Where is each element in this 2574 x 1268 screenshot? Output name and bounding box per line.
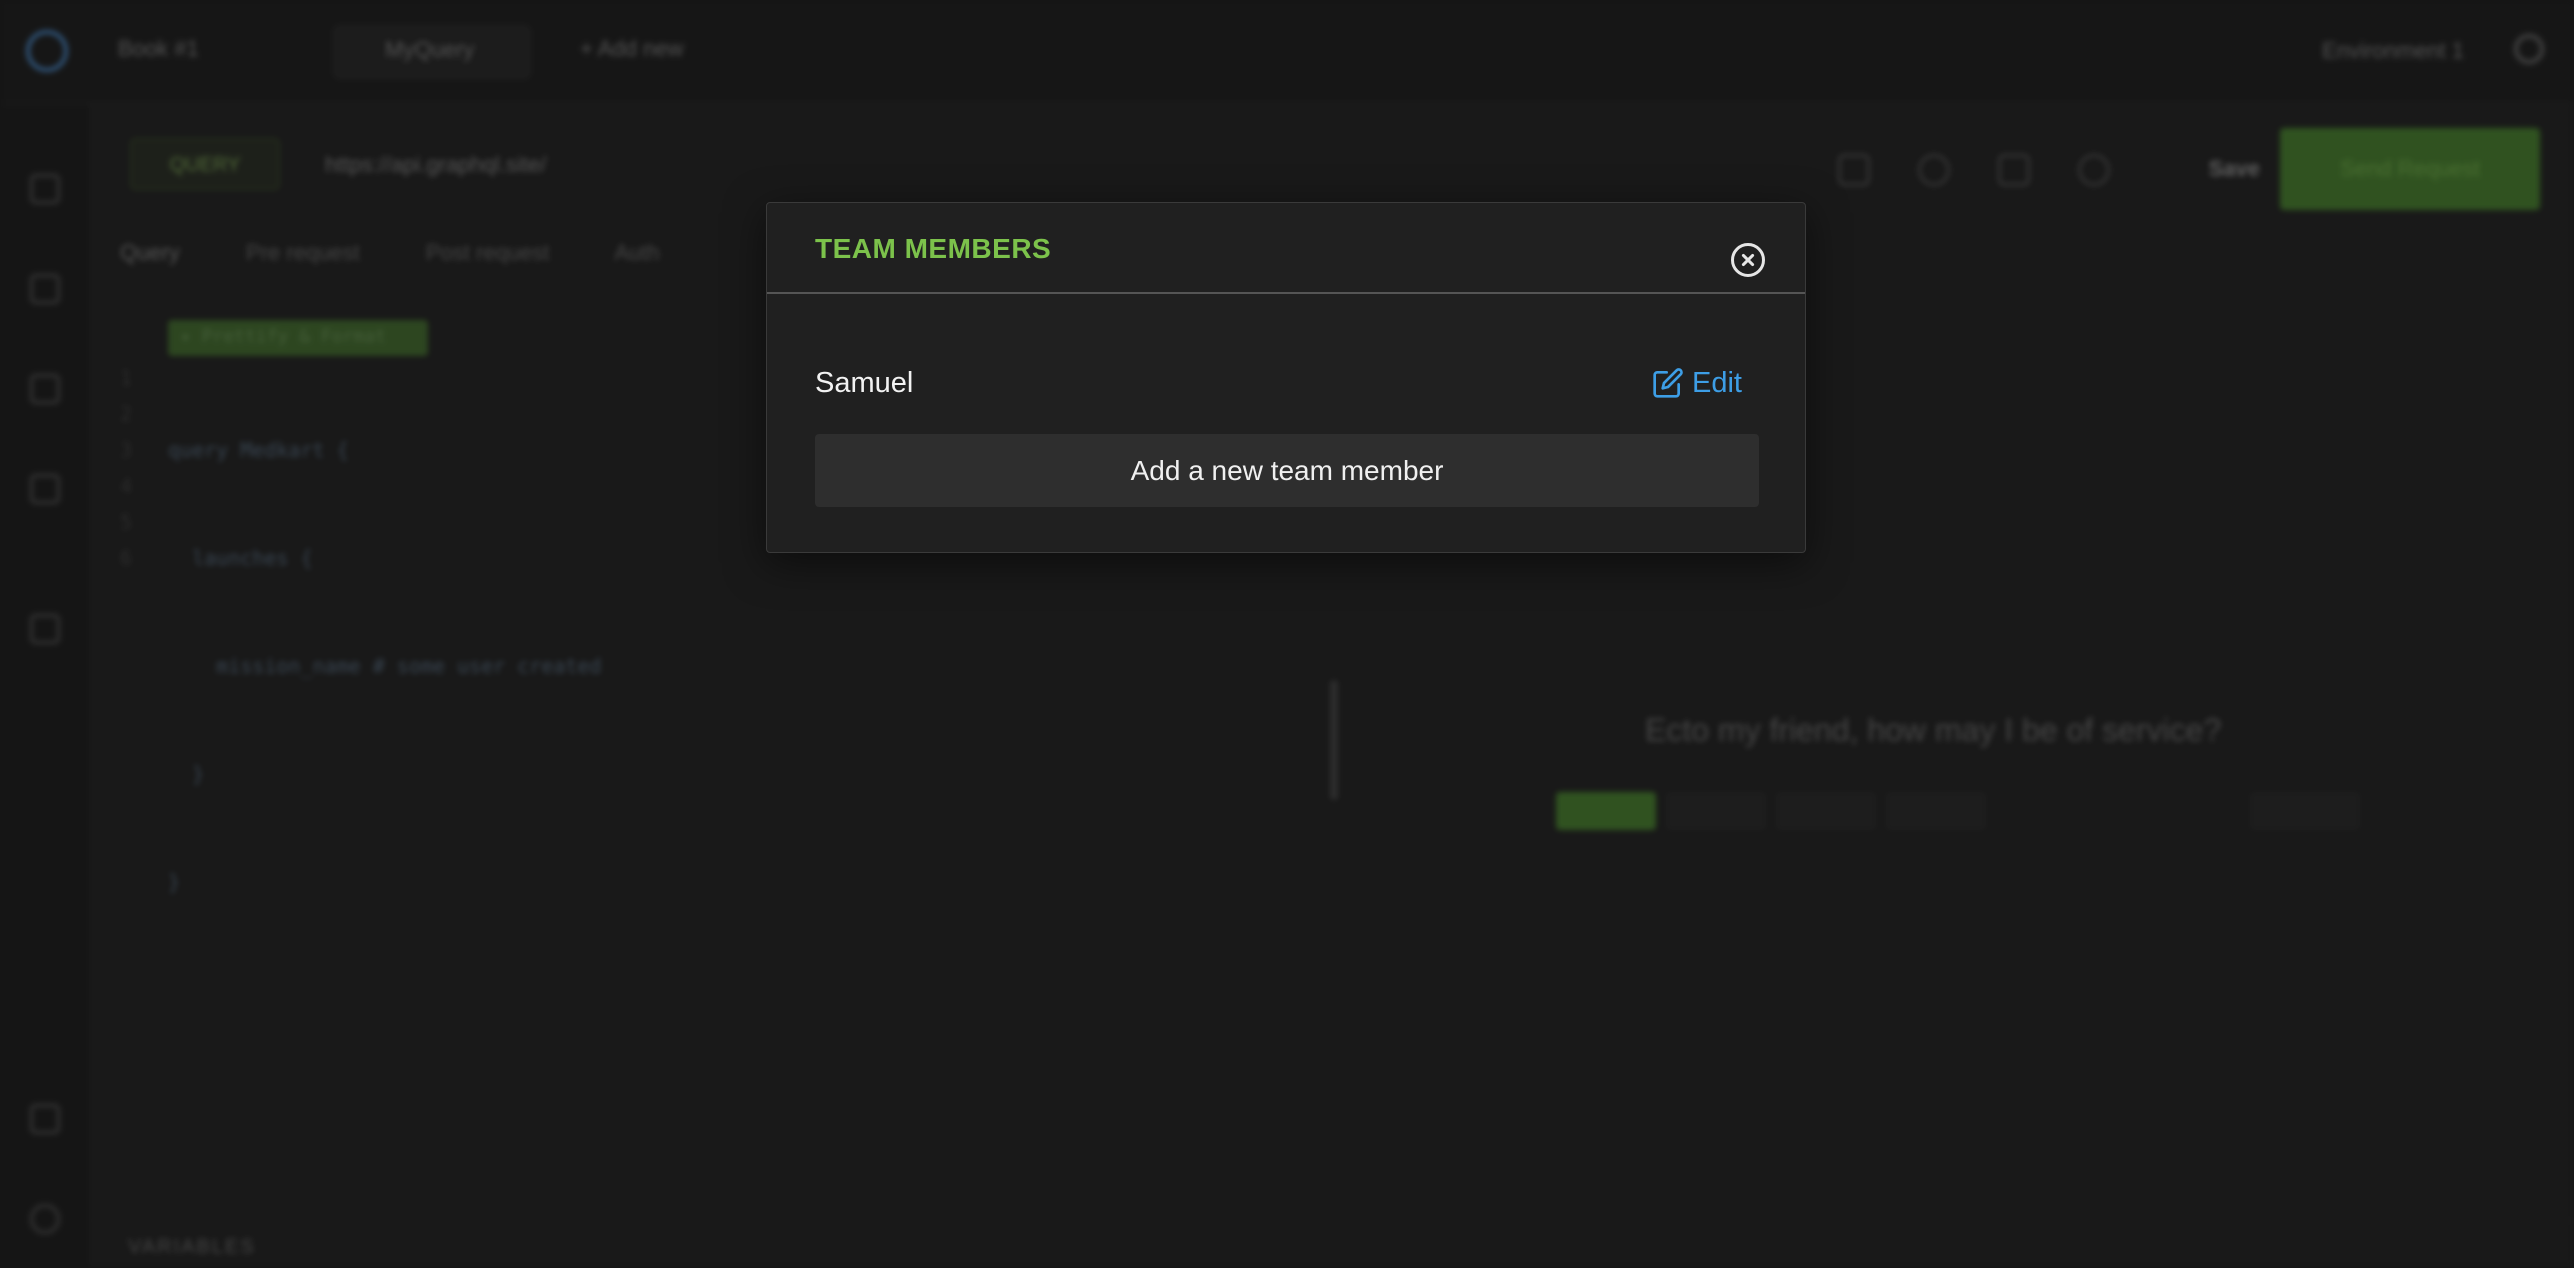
close-circle-icon[interactable]: [1731, 243, 1765, 277]
team-members-modal: TEAM MEMBERS Samuel Edit Add a new team …: [766, 202, 1806, 553]
edit-label: Edit: [1692, 366, 1742, 399]
member-name: Samuel: [815, 367, 914, 399]
modal-header: TEAM MEMBERS: [767, 203, 1805, 294]
team-member-row: Samuel Edit: [815, 363, 1757, 403]
modal-backdrop[interactable]: [0, 0, 2574, 1268]
edit-pencil-icon: [1653, 368, 1683, 398]
edit-member-button[interactable]: Edit: [1652, 363, 1742, 403]
add-team-member-button[interactable]: Add a new team member: [815, 434, 1759, 507]
modal-title: TEAM MEMBERS: [815, 233, 1052, 264]
